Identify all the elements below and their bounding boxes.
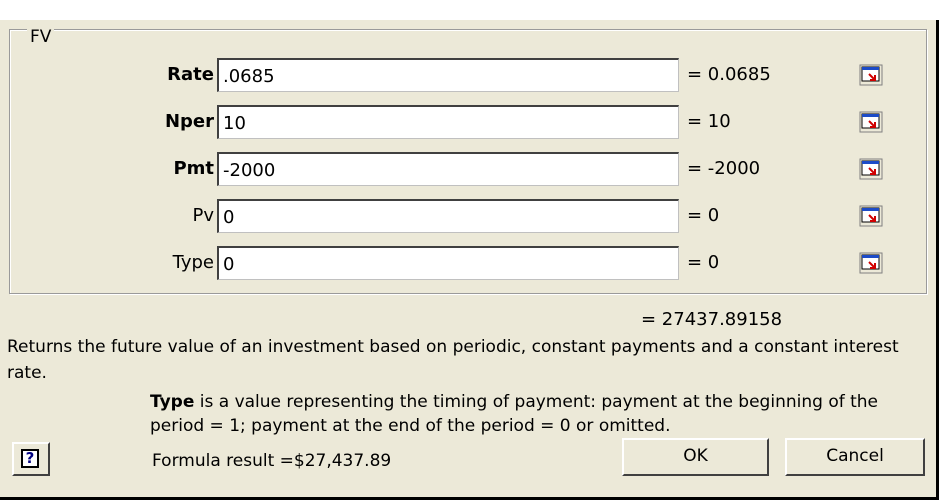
collapse-dialog-icon[interactable] [859,252,883,274]
function-name: FV [27,29,55,46]
argument-label: Nper [164,111,214,132]
argument-row-nper: Nper 10 = 10 [10,105,920,139]
cancel-button[interactable]: Cancel [785,438,925,476]
argument-row-pv: Pv 0 = 0 [10,199,920,233]
argument-label: Pmt [173,158,214,179]
argument-value: -2000 [223,160,276,181]
argument-row-rate: Rate .0685 = 0.0685 [10,58,920,92]
argument-result: = 0 [687,252,720,273]
argument-label: Rate [167,64,214,85]
argument-value: 0 [223,207,235,228]
type-input[interactable]: 0 [217,246,883,280]
argument-result: = 0 [687,205,720,226]
function-arguments-dialog: FV Rate .0685 = 0.0685 Nper 10 = 10 Pmt [0,20,939,500]
function-description: Returns the future value of an investmen… [7,337,899,383]
nper-input[interactable]: 10 [217,105,883,139]
argument-row-pmt: Pmt -2000 = -2000 [10,152,920,186]
collapse-dialog-icon[interactable] [859,111,883,133]
help-button[interactable]: ? [12,442,50,476]
window-top-strip [0,0,939,20]
argument-help-text: is a value representing the timing of pa… [150,392,879,436]
pmt-input[interactable]: -2000 [217,152,883,186]
argument-result: = 10 [687,111,731,132]
pv-input[interactable]: 0 [217,199,883,233]
function-total-result: = 27437.89158 [641,309,783,330]
formula-result: Formula result =$27,437.89 [152,451,392,471]
function-group-box: FV Rate .0685 = 0.0685 Nper 10 = 10 Pmt [9,29,927,294]
argument-value: .0685 [223,66,275,87]
collapse-dialog-icon[interactable] [859,205,883,227]
argument-row-type: Type 0 = 0 [10,246,920,280]
argument-label: Pv [192,205,214,226]
argument-help-name: Type [150,392,195,412]
collapse-dialog-icon[interactable] [859,158,883,180]
argument-label: Type [172,252,214,273]
argument-result: = -2000 [687,158,761,179]
ok-button[interactable]: OK [622,438,769,476]
argument-value: 10 [223,113,246,134]
argument-value: 0 [223,254,235,275]
argument-result: = 0.0685 [687,64,771,85]
help-question-icon: ? [21,449,39,468]
collapse-dialog-icon[interactable] [859,64,883,86]
argument-help: Type is a value representing the timing … [150,390,920,438]
rate-input[interactable]: .0685 [217,58,883,92]
